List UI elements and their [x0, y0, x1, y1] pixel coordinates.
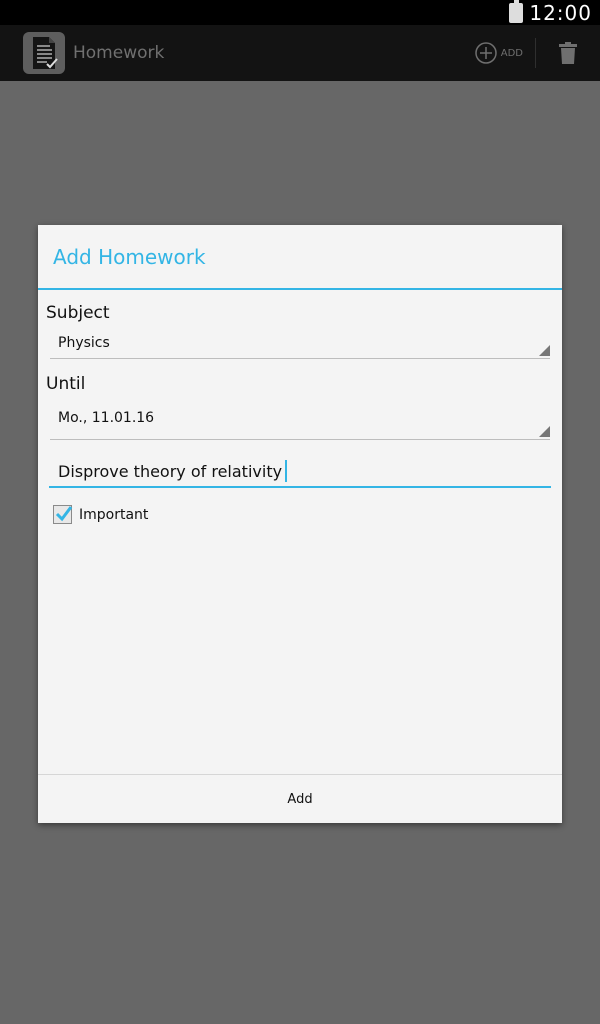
subject-spinner[interactable]: Physics	[50, 329, 550, 359]
checkmark-icon	[55, 506, 73, 522]
spinner-arrow-icon	[539, 345, 550, 356]
add-button-label: Add	[287, 791, 313, 807]
add-homework-dialog: Add Homework Subject Physics Until Mo., …	[38, 225, 562, 823]
add-button[interactable]: Add	[38, 774, 562, 823]
until-date-spinner[interactable]: Mo., 11.01.16	[50, 401, 550, 440]
action-bar: Homework ADD	[0, 25, 600, 81]
battery-icon	[509, 0, 524, 23]
subject-value: Physics	[58, 335, 110, 351]
important-label: Important	[79, 506, 149, 523]
dialog-title: Add Homework	[38, 225, 562, 290]
add-action-button[interactable]: ADD	[463, 25, 535, 81]
spinner-arrow-icon	[539, 426, 550, 437]
description-input[interactable]: Disprove theory of relativity	[49, 456, 551, 488]
add-action-label: ADD	[500, 47, 523, 59]
important-checkbox[interactable]	[53, 505, 73, 524]
important-checkbox-row[interactable]: Important	[53, 505, 148, 524]
description-value: Disprove theory of relativity	[58, 462, 283, 481]
app-title: Homework	[73, 43, 165, 63]
trash-icon	[559, 42, 577, 64]
delete-action-button[interactable]	[536, 25, 600, 81]
until-label: Until	[46, 374, 86, 394]
status-time: 12:00	[529, 0, 592, 25]
homework-app-icon[interactable]	[23, 32, 65, 74]
add-circle-icon	[475, 42, 497, 64]
status-bar: 12:00	[0, 0, 600, 25]
subject-label: Subject	[46, 303, 110, 323]
text-cursor	[285, 460, 287, 482]
until-value: Mo., 11.01.16	[58, 410, 155, 426]
